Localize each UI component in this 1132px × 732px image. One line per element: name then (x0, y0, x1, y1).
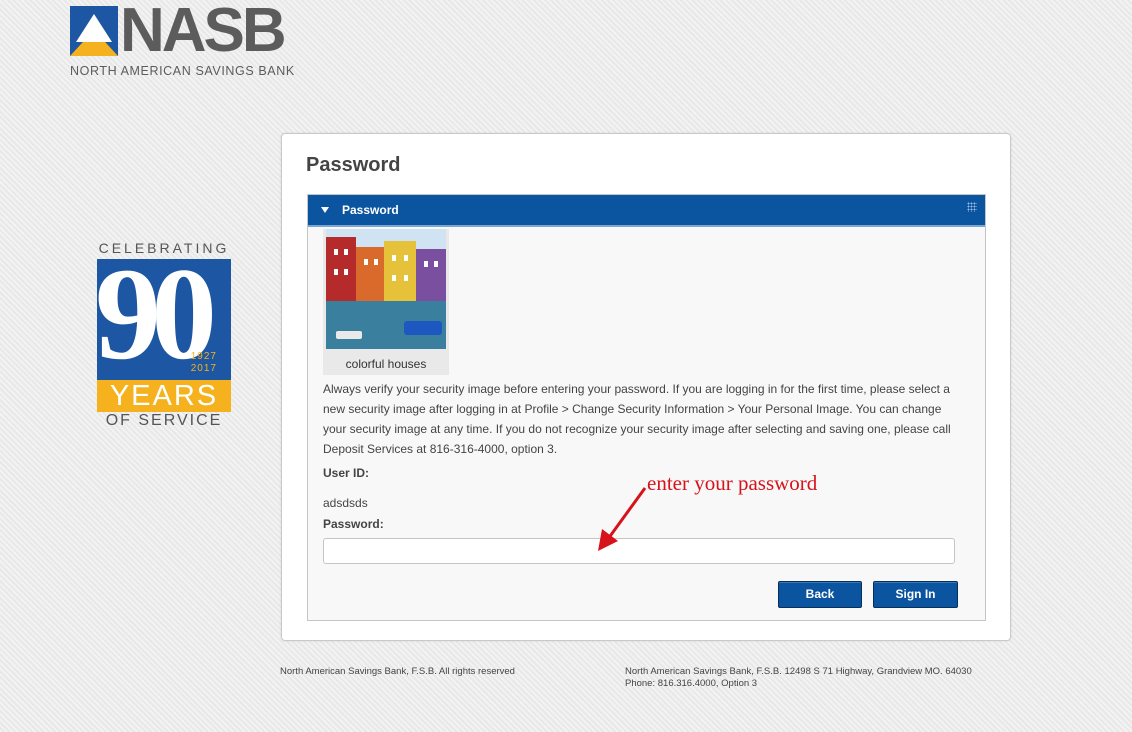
user-id-label: User ID: (323, 466, 370, 480)
nasb-logo: NASB NORTH AMERICAN SAVINGS BANK (70, 0, 310, 78)
collapse-caret-icon[interactable] (321, 207, 329, 213)
section-header-title: Password (342, 203, 399, 217)
password-label: Password: (323, 517, 384, 531)
back-button[interactable]: Back (778, 581, 862, 608)
user-id-value: adsdsds (323, 496, 368, 510)
badge-year-range: 1927 2017 (191, 351, 217, 375)
footer-phone: Phone: 816.316.4000, Option 3 (625, 678, 758, 689)
badge-year-end: 2017 (190, 363, 217, 374)
badge-of-service: OF SERVICE (105, 412, 223, 429)
logo-subtitle: NORTH AMERICAN SAVINGS BANK (70, 64, 295, 78)
annotation-arrow-icon (598, 487, 647, 551)
footer-contact: North American Savings Bank, F.S.B. 1249… (625, 666, 972, 690)
badge-year-start: 1927 (190, 351, 217, 362)
anniversary-badge: CELEBRATING 90 1927 2017 YEARS OF SERVIC… (97, 240, 231, 432)
page-title: Password (306, 154, 401, 176)
login-panel: Password Password colorful houses Always… (281, 133, 1011, 641)
logo-mark-icon (70, 6, 118, 56)
footer-copyright: North American Savings Bank, F.S.B. All … (280, 666, 515, 677)
section-header[interactable]: Password (308, 195, 985, 227)
sign-in-button[interactable]: Sign In (873, 581, 958, 608)
footer-address: North American Savings Bank, F.S.B. 1249… (625, 666, 972, 677)
drag-grip-icon[interactable] (967, 202, 977, 212)
security-image: colorful houses (323, 229, 449, 375)
password-section: Password colorful houses Always verify y… (307, 194, 986, 621)
security-image-caption: colorful houses (345, 357, 427, 371)
badge-blue-block: 90 1927 2017 (97, 259, 231, 380)
security-image-photo (326, 229, 446, 349)
logo-wordmark: NASB (120, 0, 287, 65)
annotation-text: enter your password (647, 471, 818, 495)
badge-celebrating: CELEBRATING (98, 240, 230, 256)
security-info-text: Always verify your security image before… (323, 382, 951, 456)
badge-years-word: YEARS (109, 380, 219, 412)
